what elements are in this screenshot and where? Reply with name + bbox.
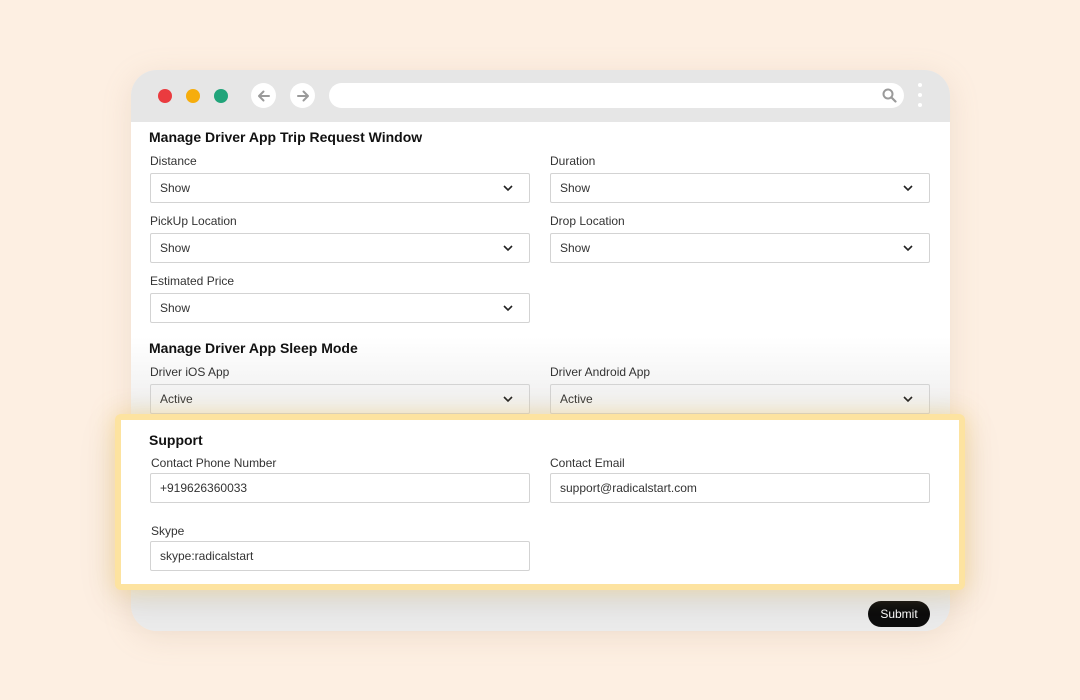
- android-app-value: Active: [560, 392, 593, 406]
- email-input[interactable]: support@radicalstart.com: [550, 473, 930, 503]
- back-button[interactable]: [251, 83, 276, 108]
- chevron-down-icon: [503, 185, 513, 192]
- support-title: Support: [149, 432, 203, 448]
- back-arrow-icon: [257, 90, 270, 101]
- minimize-window-dot[interactable]: [186, 89, 200, 103]
- maximize-window-dot[interactable]: [214, 89, 228, 103]
- skype-label: Skype: [151, 524, 185, 538]
- pickup-value: Show: [160, 241, 191, 255]
- android-app-select[interactable]: Active: [550, 384, 930, 414]
- chevron-down-icon: [503, 396, 513, 403]
- chevron-down-icon: [903, 245, 913, 252]
- kebab-menu-icon[interactable]: [917, 83, 923, 109]
- estimated-price-label: Estimated Price: [150, 274, 235, 288]
- trip-window-title: Manage Driver App Trip Request Window: [149, 129, 423, 145]
- pickup-select[interactable]: Show: [150, 233, 530, 263]
- chevron-down-icon: [503, 245, 513, 252]
- phone-input[interactable]: +919626360033: [150, 473, 530, 503]
- phone-label: Contact Phone Number: [151, 456, 277, 470]
- support-section: Support Contact Phone Number +9196263600…: [115, 414, 965, 590]
- drop-label: Drop Location: [550, 214, 625, 228]
- distance-label: Distance: [150, 154, 197, 168]
- ios-app-select[interactable]: Active: [150, 384, 530, 414]
- duration-value: Show: [560, 181, 591, 195]
- duration-select[interactable]: Show: [550, 173, 930, 203]
- estimated-price-value: Show: [160, 301, 191, 315]
- distance-value: Show: [160, 181, 191, 195]
- sleep-mode-title: Manage Driver App Sleep Mode: [149, 340, 358, 356]
- search-icon[interactable]: [882, 88, 897, 103]
- chevron-down-icon: [503, 305, 513, 312]
- pickup-label: PickUp Location: [150, 214, 237, 228]
- forward-button[interactable]: [290, 83, 315, 108]
- browser-toolbar: [131, 70, 950, 122]
- chevron-down-icon: [903, 396, 913, 403]
- skype-input[interactable]: skype:radicalstart: [150, 541, 530, 571]
- drop-value: Show: [560, 241, 591, 255]
- chevron-down-icon: [903, 185, 913, 192]
- duration-label: Duration: [550, 154, 596, 168]
- forward-arrow-icon: [296, 90, 309, 101]
- close-window-dot[interactable]: [158, 89, 172, 103]
- distance-select[interactable]: Show: [150, 173, 530, 203]
- android-app-label: Driver Android App: [550, 365, 651, 379]
- ios-app-value: Active: [160, 392, 193, 406]
- ios-app-label: Driver iOS App: [150, 365, 230, 379]
- email-label: Contact Email: [550, 456, 625, 470]
- submit-button[interactable]: Submit: [868, 601, 930, 627]
- address-bar[interactable]: [329, 83, 904, 108]
- drop-select[interactable]: Show: [550, 233, 930, 263]
- estimated-price-select[interactable]: Show: [150, 293, 530, 323]
